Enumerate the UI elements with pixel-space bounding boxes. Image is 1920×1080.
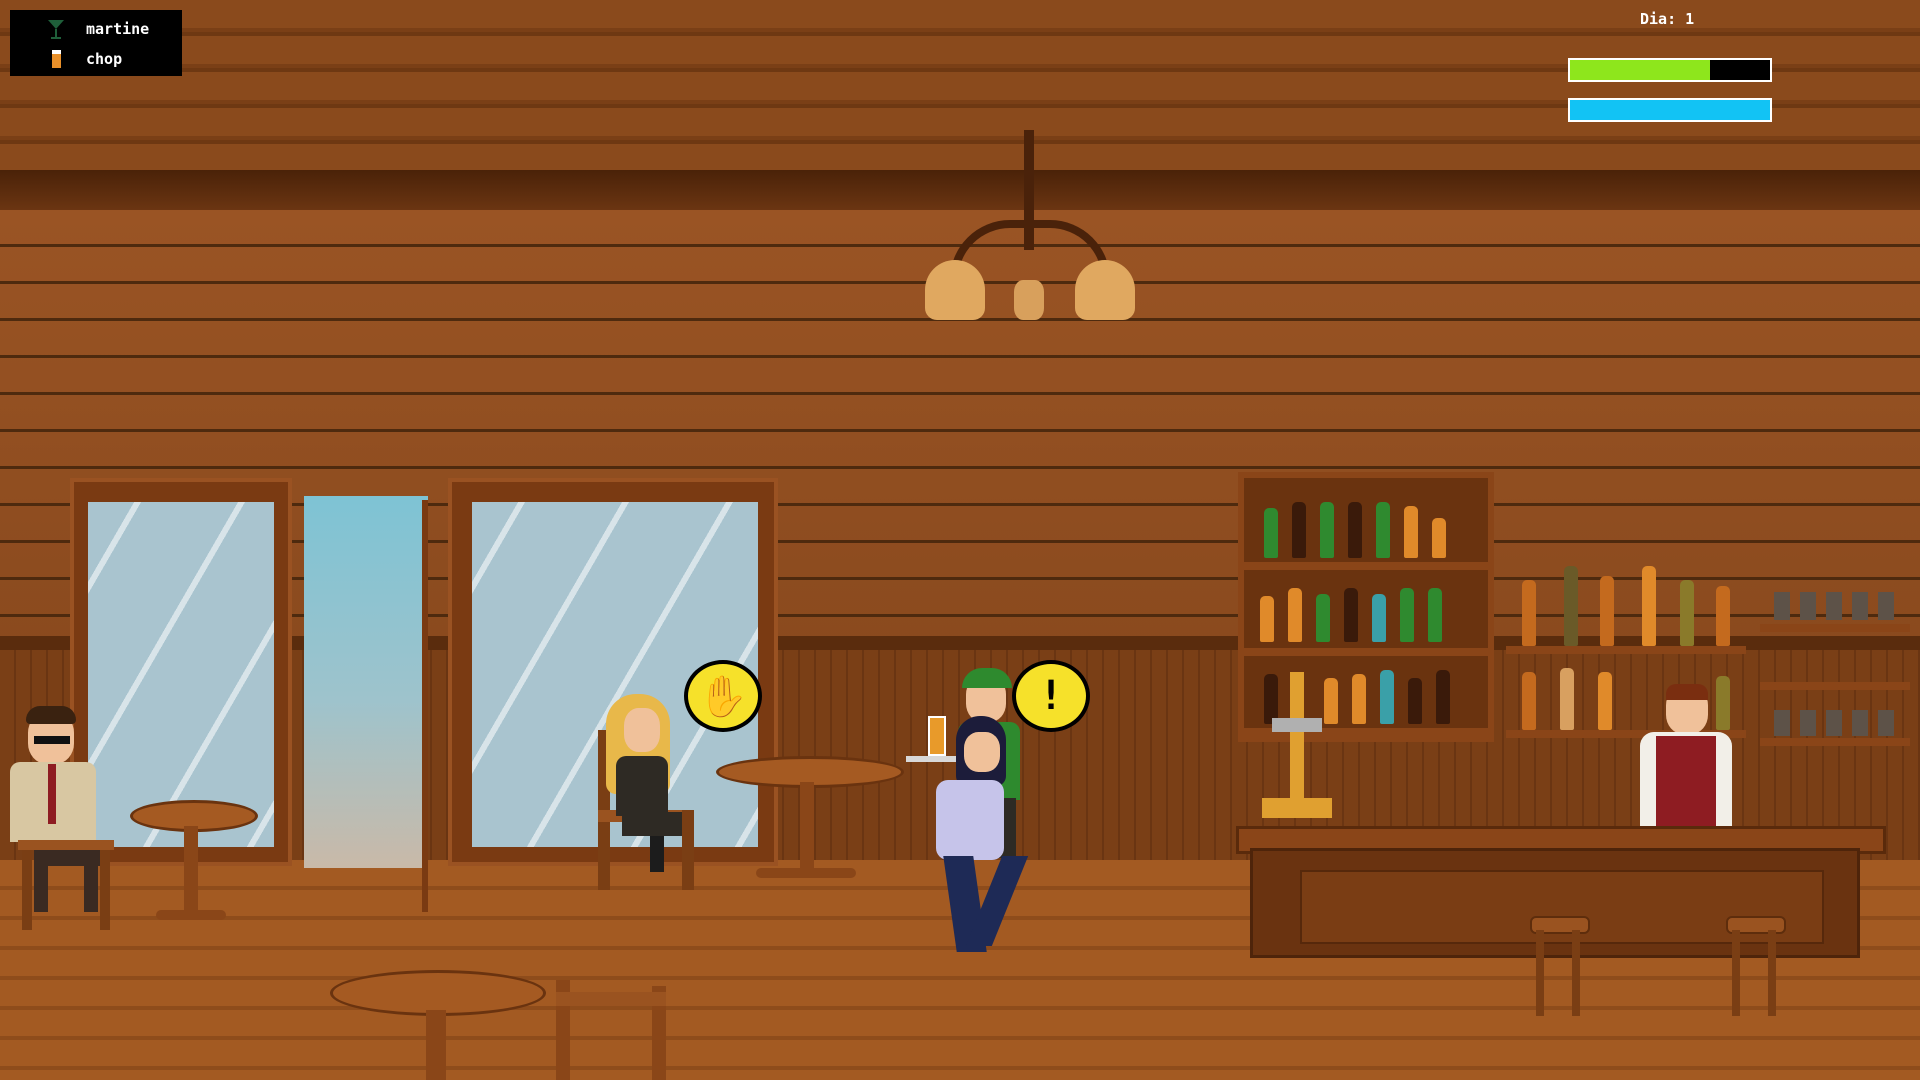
order-item: chop (10, 44, 182, 74)
order-label: chop (86, 50, 123, 68)
bottle (1260, 596, 1274, 642)
bottle (1600, 576, 1614, 646)
energy-bar-fill (1570, 100, 1770, 120)
bottle (1432, 518, 1446, 558)
beer-tap[interactable] (1262, 672, 1332, 822)
bottle (1436, 670, 1450, 724)
game-scene: ✋ ! martine chop Dia: 1 (0, 0, 1920, 1080)
bottle (1292, 502, 1306, 558)
order-item: martine (10, 14, 182, 44)
bottle (1716, 586, 1730, 646)
patience-bar-fill (1570, 60, 1710, 80)
bottle (1372, 594, 1386, 642)
bottle (1344, 588, 1358, 642)
beer-glass (928, 716, 946, 756)
wall-shelf-upper (1506, 646, 1746, 654)
bottle (1428, 588, 1442, 642)
customer-blonde[interactable] (606, 694, 696, 874)
doorway[interactable] (304, 496, 428, 868)
bar-stool (1530, 916, 1590, 1016)
glass-rack (1760, 590, 1910, 750)
bottle (1380, 670, 1394, 724)
chair (556, 980, 680, 1080)
day-counter: Dia: 1 (1640, 10, 1695, 28)
table (716, 756, 904, 886)
chair (18, 840, 114, 930)
bottle (1560, 668, 1574, 730)
energy-bar (1568, 98, 1772, 122)
speech-bubble-hand[interactable]: ✋ (684, 660, 762, 732)
bottle (1264, 508, 1278, 558)
bottle (1320, 502, 1334, 558)
bottle (1352, 674, 1366, 724)
door-edge (422, 500, 428, 912)
bottle (1408, 678, 1422, 724)
player-waitress[interactable] (906, 706, 1036, 956)
patience-bar (1568, 58, 1772, 82)
bottle (1598, 672, 1612, 730)
order-label: martine (86, 20, 150, 38)
bottle (1404, 506, 1418, 558)
martini-glass-icon (46, 18, 66, 40)
chandelier (920, 130, 1140, 330)
bottle (1376, 502, 1390, 558)
bar-stool (1726, 916, 1786, 1016)
table (130, 800, 258, 930)
table (330, 970, 546, 1080)
bottle (1348, 502, 1362, 558)
bottle (1316, 594, 1330, 642)
bottle (1288, 588, 1302, 642)
bottle (1680, 580, 1694, 646)
order-list-panel: martine chop (10, 10, 182, 76)
hand-raise-icon: ✋ (698, 673, 748, 720)
bottle (1522, 672, 1536, 730)
exclamation-icon: ! (1038, 673, 1064, 719)
bottle (1522, 580, 1536, 646)
bottle (1642, 566, 1656, 646)
bottle (1400, 588, 1414, 642)
bartender[interactable] (1630, 684, 1740, 826)
beer-mug-icon (46, 48, 66, 70)
bottle (1564, 566, 1578, 646)
